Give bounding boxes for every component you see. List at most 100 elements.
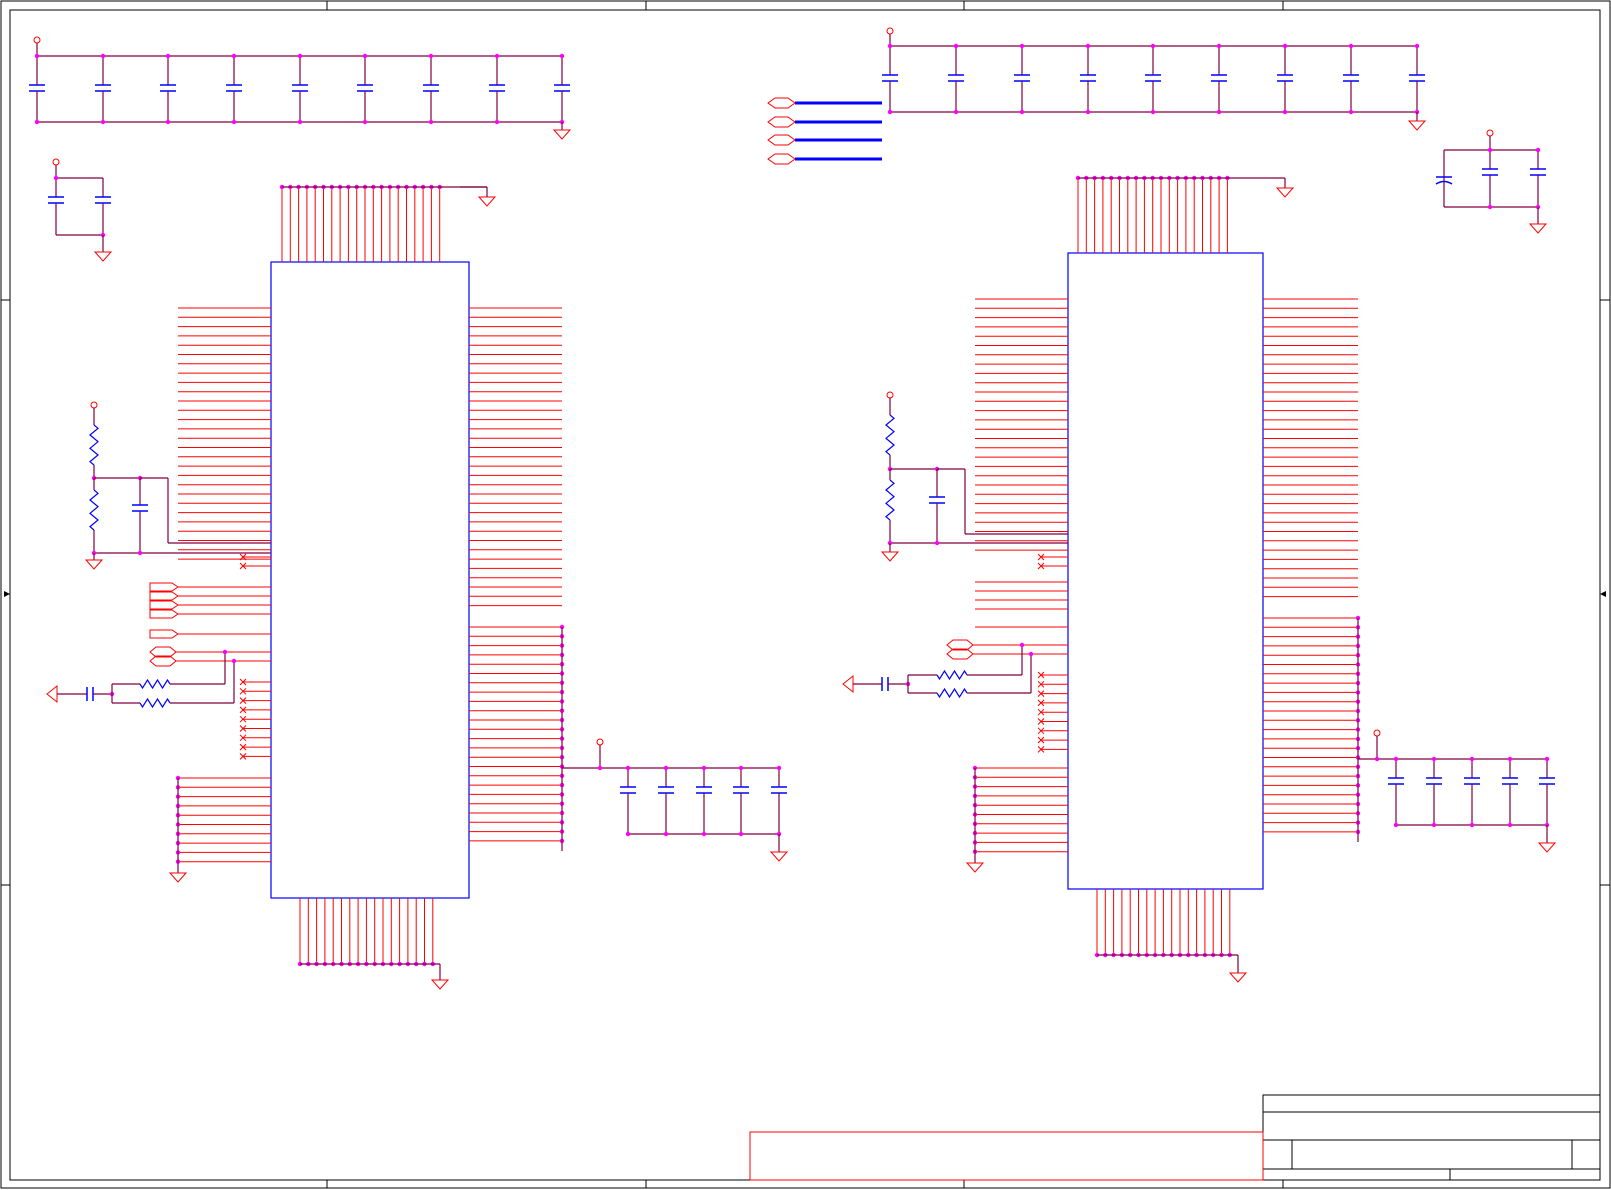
port-connector <box>149 629 179 639</box>
junction-dot <box>1535 147 1541 153</box>
offpage-connector-3 <box>767 134 882 146</box>
sheet-frame <box>0 0 1611 1189</box>
ground-symbol <box>1407 120 1427 131</box>
junction-dot <box>34 53 40 59</box>
power-port <box>90 401 98 409</box>
resistor <box>936 687 968 699</box>
junction-dot <box>231 53 237 59</box>
junction-dot <box>362 119 368 125</box>
junction-dot <box>1469 822 1475 828</box>
ground-symbol <box>880 551 900 562</box>
ground-symbol <box>93 251 113 262</box>
junction-dot <box>231 119 237 125</box>
port-connector <box>149 609 179 619</box>
junction-dot <box>222 649 228 655</box>
junction-dot <box>738 831 744 837</box>
power-port <box>886 391 894 399</box>
power-port <box>52 158 60 166</box>
title-block <box>1262 1094 1601 1181</box>
junction-dot <box>776 765 782 771</box>
ground-symbol <box>769 851 789 862</box>
junction-dot <box>597 765 603 771</box>
junction-dot <box>100 119 106 125</box>
power-port <box>33 36 41 44</box>
schematic-wiring <box>29 27 1557 990</box>
junction-dot <box>1487 147 1493 153</box>
junction-dot <box>34 119 40 125</box>
junction-dot <box>1216 43 1222 49</box>
junction-dot <box>701 765 707 771</box>
junction-dot <box>1085 43 1091 49</box>
schematic-sheet <box>0 0 1611 1190</box>
ground-symbol <box>84 559 104 570</box>
signal-arrow <box>842 674 854 694</box>
resistor <box>89 489 99 531</box>
ground-symbol <box>1275 187 1295 198</box>
junction-dot <box>887 43 893 49</box>
port-connector <box>149 582 179 592</box>
frame-arrow-right <box>1600 591 1606 597</box>
junction-dot <box>953 109 959 115</box>
junction-dot <box>1431 756 1437 762</box>
offpage-connectors <box>767 97 882 165</box>
junction-dot <box>1393 756 1399 762</box>
junction-dot <box>428 53 434 59</box>
junction-dot <box>362 53 368 59</box>
junction-dot <box>1507 756 1513 762</box>
junction-dot <box>1216 109 1222 115</box>
junction-dot <box>1085 109 1091 115</box>
junction-dot <box>297 53 303 59</box>
junction-dot <box>1019 43 1025 49</box>
ground-symbol <box>1537 842 1557 853</box>
resistor <box>885 414 895 456</box>
junction-dot <box>953 43 959 49</box>
resistor <box>89 424 99 466</box>
power-port <box>596 738 604 746</box>
junction-dot <box>1487 204 1493 210</box>
power-port <box>886 27 894 35</box>
junction-dot <box>934 540 940 546</box>
junction-dot <box>494 119 500 125</box>
offpage-connector-4 <box>767 153 882 165</box>
junction-dot <box>701 831 707 837</box>
notes-box <box>749 1131 1264 1181</box>
junction-dot <box>1507 822 1513 828</box>
schematic-canvas <box>0 0 1611 1189</box>
resistor <box>936 669 968 681</box>
junction-dot <box>231 658 237 664</box>
ground-symbol <box>477 196 497 207</box>
junction-dot <box>53 175 59 181</box>
junction-dot <box>165 53 171 59</box>
junction-dot <box>738 765 744 771</box>
junction-dot <box>1469 756 1475 762</box>
offpage-connector-2 <box>767 116 882 128</box>
junction-dot <box>625 831 631 837</box>
ground-symbol <box>965 862 985 873</box>
junction-dot <box>1019 642 1025 648</box>
signal-arrow <box>46 684 58 704</box>
ground-symbol <box>430 979 450 990</box>
junction-dot <box>559 53 565 59</box>
port-connector <box>149 600 179 610</box>
power-port <box>1373 729 1381 737</box>
junction-dot <box>625 765 631 771</box>
offpage-connector-1 <box>767 97 882 109</box>
resistor <box>139 678 171 690</box>
junction-dot <box>887 109 893 115</box>
ground-symbol <box>1528 223 1548 234</box>
junction-dot <box>1431 822 1437 828</box>
junction-dot <box>428 119 434 125</box>
ground-symbol <box>168 872 188 883</box>
junction-dot <box>1028 651 1034 657</box>
left-chip-body <box>270 261 470 899</box>
junction-dot <box>494 53 500 59</box>
junction-dot <box>137 550 143 556</box>
junction-dot <box>663 831 669 837</box>
resistor <box>885 479 895 521</box>
junction-dot <box>1374 756 1380 762</box>
junction-dot <box>100 53 106 59</box>
junction-dot <box>1150 43 1156 49</box>
junction-dot <box>165 119 171 125</box>
ground-symbol <box>1228 972 1248 983</box>
junction-dot <box>1393 822 1399 828</box>
